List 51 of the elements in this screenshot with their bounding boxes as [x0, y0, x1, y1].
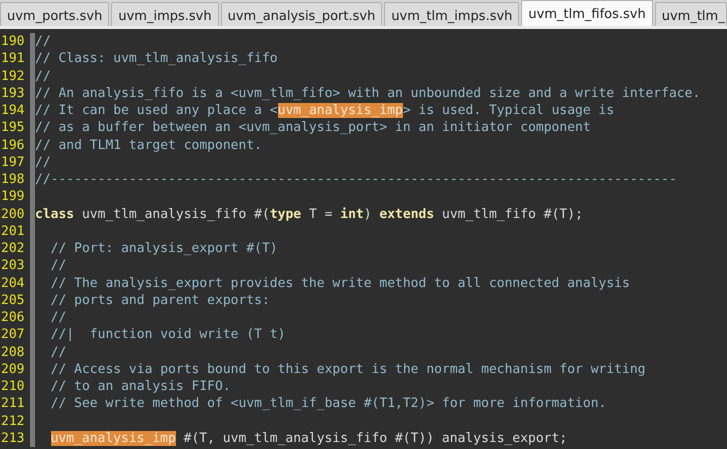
code-line: // Class: uvm_tlm_analysis_fifo: [35, 51, 278, 66]
line-number: 210: [0, 378, 26, 396]
file-tab[interactable]: uvm_ports.svh: [0, 2, 110, 26]
code-line: // An analysis_fifo is a <uvm_tlm_fifo> with an unbounded size and a write interface.: [35, 86, 700, 101]
line-number: 199: [0, 188, 26, 206]
line-number: 212: [0, 412, 26, 430]
code-line: // to an analysis FIFO.: [50, 379, 231, 394]
file-tab[interactable]: uvm_tlm_imps.svh: [384, 2, 520, 26]
line-number: 208: [0, 344, 26, 361]
code-line: // ports and parent exports:: [50, 292, 270, 308]
code-line: uvm_analysis_imp #(T, uvm_tlm_analysis_fifo #(T)) analysis_export;: [50, 430, 568, 446]
line-number: 203: [0, 257, 26, 274]
line-number: 207: [0, 326, 26, 344]
file-tab[interactable]: uvm_tlm_: [654, 2, 727, 26]
code-line: // Access via ports bound to this export is the normal mechanism for writing: [50, 362, 646, 377]
code-line: //: [35, 68, 51, 84]
line-number: 205: [0, 292, 26, 309]
line-number: 204: [0, 274, 26, 292]
line-number: 200: [0, 206, 26, 223]
code-line: // See write method of <uvm_tlm_if_base #(T1,T2)> for more information.: [50, 396, 606, 412]
line-number: 213: [0, 430, 26, 447]
line-number: 206: [0, 309, 26, 326]
code-line: class uvm_tlm_analysis_fifo #(type T = int) extends uvm_tlm_fifo #(T);: [35, 206, 583, 222]
line-number: 197: [0, 154, 26, 171]
line-number: 193: [0, 84, 26, 102]
code-line: // Port: analysis_export #(T): [50, 241, 278, 256]
code-line: //: [50, 344, 66, 360]
line-number: 201: [0, 222, 26, 240]
line-number: 195: [0, 119, 26, 136]
line-number: 198: [0, 171, 26, 188]
line-number: 191: [0, 50, 26, 68]
line-number: 196: [0, 136, 26, 154]
line-number: 192: [0, 68, 26, 85]
file-tab[interactable]: uvm_analysis_port.svh: [220, 2, 382, 26]
line-number: 194: [0, 102, 26, 120]
file-tab[interactable]: uvm_imps.svh: [111, 2, 219, 26]
code-line: //| function void write (T t): [50, 327, 286, 342]
code-line: // as a buffer between an <uvm_analysis_port> in an initiator component: [35, 120, 591, 136]
line-number: 202: [0, 240, 26, 258]
code-line: //: [35, 34, 51, 49]
line-number: 209: [0, 360, 26, 378]
line-number: 190: [0, 33, 26, 50]
code-line: //: [50, 310, 66, 325]
code-line: //--------------------------------------------------------------------------------: [35, 172, 677, 187]
file-tab[interactable]: uvm_tlm_fifos.svh: [521, 0, 653, 26]
code-line: // The analysis_export provides the write method to all connected analysis: [50, 276, 630, 290]
code-line: //: [50, 258, 66, 274]
code-line: //: [35, 154, 51, 170]
code-line: // and TLM1 target component.: [35, 138, 262, 152]
line-number: 211: [0, 395, 26, 412]
code-line: // It can be used any place a <uvm_analysis_imp> is used. Typical usage is: [35, 103, 614, 118]
